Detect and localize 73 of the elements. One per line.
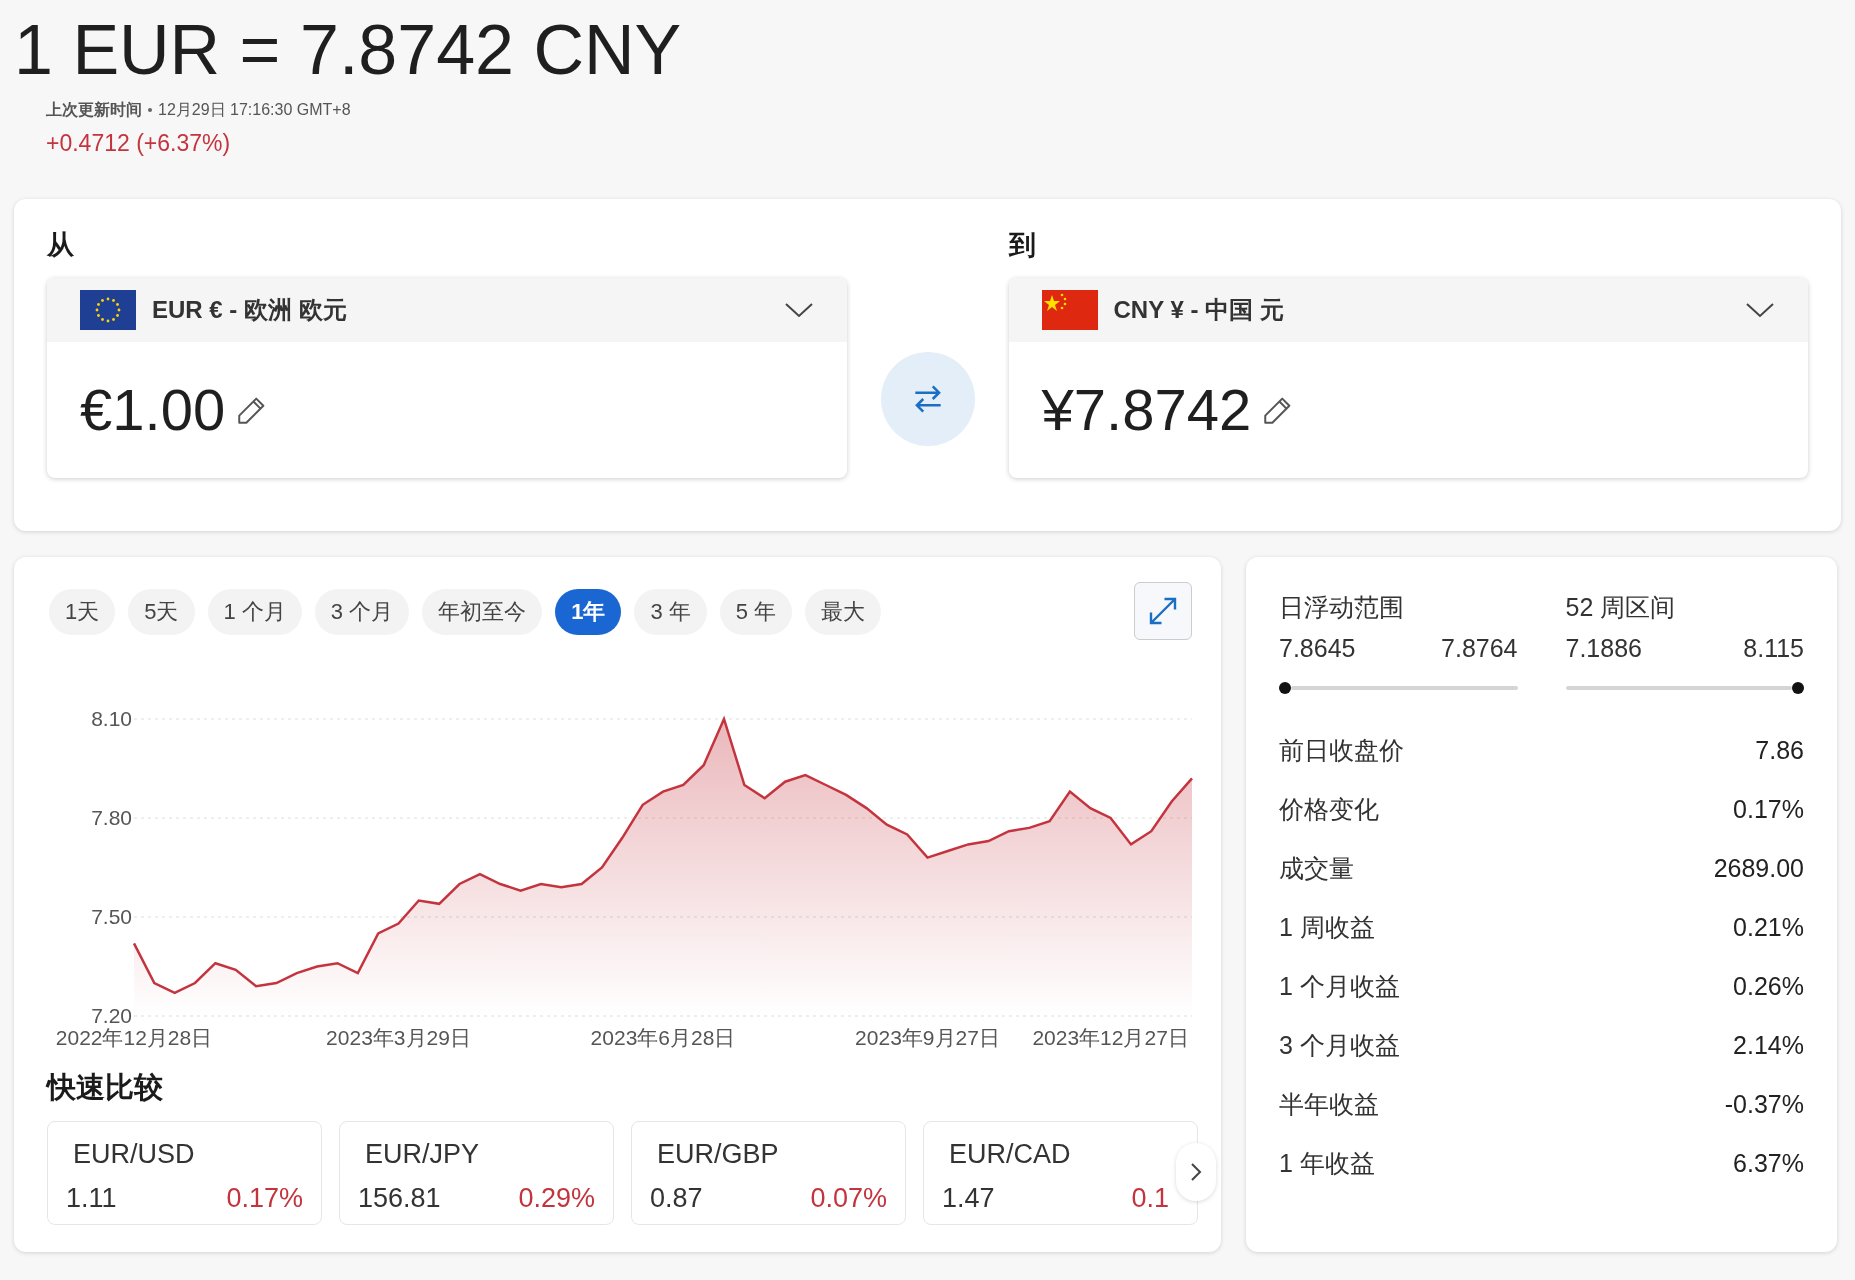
pair-name: EUR/GBP bbox=[657, 1137, 779, 1171]
y-axis-label: 7.80 bbox=[91, 805, 132, 829]
stat-label: 成交量 bbox=[1279, 853, 1354, 885]
pair-change: 0.1 bbox=[1131, 1182, 1169, 1215]
x-axis-label: 2023年3月29日 bbox=[326, 1024, 471, 1051]
stat-value: -0.37% bbox=[1724, 1089, 1804, 1121]
time-range-tab[interactable]: 年初至今 bbox=[422, 588, 543, 635]
range-high: 7.8764 bbox=[1441, 633, 1518, 664]
pair-change: 0.07% bbox=[810, 1182, 887, 1215]
amount-value[interactable]: ¥7.8742 bbox=[1041, 366, 1252, 453]
time-range-tab[interactable]: 1年 bbox=[555, 588, 622, 635]
stat-label: 半年收益 bbox=[1279, 1089, 1379, 1121]
pair-rate: 0.87 bbox=[650, 1182, 703, 1215]
range-low: 7.8645 bbox=[1279, 633, 1356, 664]
pair-name: EUR/CAD bbox=[949, 1137, 1071, 1171]
stat-value: 6.37% bbox=[1733, 1148, 1804, 1180]
stat-label: 1 个月收益 bbox=[1279, 971, 1400, 1003]
stat-label: 前日收盘价 bbox=[1279, 735, 1404, 767]
stat-label: 1 周收益 bbox=[1279, 912, 1375, 944]
x-axis-label: 2022年12月28日 bbox=[55, 1024, 213, 1051]
stat-value: 0.17% bbox=[1733, 794, 1804, 826]
pair-rate: 1.11 bbox=[66, 1182, 117, 1215]
chevron-down-icon bbox=[783, 300, 814, 319]
time-range-tab[interactable]: 5天 bbox=[128, 588, 195, 635]
y-axis-label: 7.20 bbox=[91, 1003, 132, 1027]
exchange-rate-title: 1 EUR = 7.8742 CNY bbox=[14, 10, 683, 90]
time-range-tab[interactable]: 1 个月 bbox=[207, 588, 302, 635]
time-range-tab[interactable]: 3 年 bbox=[634, 588, 707, 635]
amount-value[interactable]: €1.00 bbox=[80, 366, 226, 453]
time-range-tab[interactable]: 3 个月 bbox=[314, 588, 410, 635]
stat-value: 0.26% bbox=[1733, 971, 1804, 1003]
pair-rate: 156.81 bbox=[358, 1182, 441, 1215]
pair-change: 0.29% bbox=[518, 1182, 595, 1215]
stat-value: 7.86 bbox=[1755, 735, 1804, 767]
pair-name: EUR/JPY bbox=[365, 1137, 480, 1171]
update-label: 上次更新时间 bbox=[46, 100, 142, 120]
time-range-tab[interactable]: 5 年 bbox=[719, 588, 793, 635]
update-time: 12月29日 17:16:30 GMT+8 bbox=[158, 100, 351, 120]
currency-dropdown[interactable]: EUR € - 欧洲 欧元 bbox=[47, 277, 847, 342]
chevron-right-icon bbox=[1189, 1160, 1203, 1183]
currency-pair-card[interactable]: EUR/JPY 156.81 0.29% bbox=[339, 1120, 614, 1225]
currency-pair-card[interactable]: EUR/USD 1.11 0.17% bbox=[47, 1120, 322, 1225]
currency-pair-card[interactable]: EUR/GBP 0.87 0.07% bbox=[631, 1120, 906, 1225]
pair-rate: 1.47 bbox=[942, 1182, 995, 1215]
x-axis-label: 2023年6月28日 bbox=[590, 1024, 736, 1051]
y-axis-label: 7.50 bbox=[91, 904, 132, 928]
section-label: 从 bbox=[47, 228, 74, 261]
stat-label: 1 年收益 bbox=[1279, 1148, 1375, 1180]
range-label: 日浮动范围 bbox=[1279, 591, 1404, 623]
time-range-tab[interactable]: 最大 bbox=[805, 588, 882, 635]
section-label: 到 bbox=[1008, 228, 1036, 261]
range-label: 52 周区间 bbox=[1565, 591, 1676, 623]
china-flag-icon bbox=[1041, 289, 1098, 330]
eu-flag-icon bbox=[80, 289, 136, 330]
currency-dropdown[interactable]: CNY ¥ - 中国 元 bbox=[1008, 277, 1808, 342]
pair-name: EUR/USD bbox=[73, 1137, 195, 1171]
time-range-tab[interactable]: 1天 bbox=[49, 588, 116, 635]
x-axis-label: 2023年12月27日 bbox=[1032, 1024, 1189, 1051]
section-title: 快速比较 bbox=[47, 1069, 163, 1105]
stat-label: 3 个月收益 bbox=[1279, 1030, 1400, 1062]
stat-value: 2689.00 bbox=[1713, 853, 1804, 885]
range-high: 8.115 bbox=[1743, 633, 1804, 664]
stat-label: 价格变化 bbox=[1279, 794, 1379, 826]
currency-pair-card[interactable]: EUR/CAD 1.47 0.1 bbox=[923, 1120, 1198, 1225]
x-axis-label: 2023年9月27日 bbox=[855, 1024, 1000, 1051]
pair-change: 0.17% bbox=[226, 1182, 303, 1215]
stat-value: 0.21% bbox=[1733, 912, 1804, 944]
y-axis-label: 8.10 bbox=[91, 706, 132, 730]
expand-button[interactable] bbox=[1134, 581, 1192, 640]
rate-change: +0.4712 (+6.37%) bbox=[46, 129, 231, 158]
range-low: 7.1886 bbox=[1565, 633, 1642, 664]
stat-value: 2.14% bbox=[1733, 1030, 1804, 1062]
chevron-down-icon bbox=[1745, 300, 1775, 319]
